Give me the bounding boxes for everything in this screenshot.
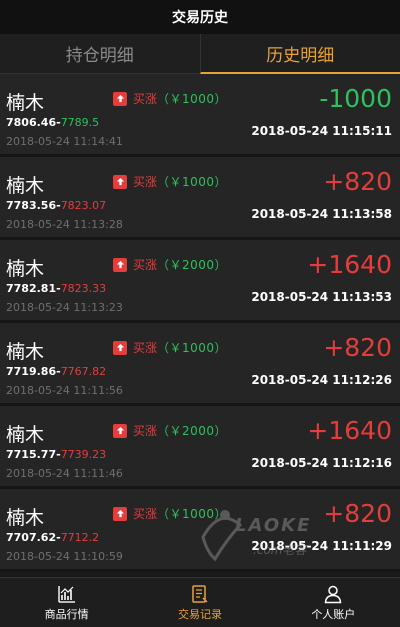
arrow-up-icon bbox=[113, 257, 127, 272]
open-time: 2018-05-24 11:11:56 bbox=[6, 384, 123, 397]
direction-label: 买涨 bbox=[133, 424, 158, 438]
direction-label: 买涨 bbox=[133, 341, 158, 355]
close-price: 7712.2 bbox=[60, 531, 100, 544]
profit-loss: +820 bbox=[323, 499, 392, 528]
close-time: 2018-05-24 11:12:26 bbox=[251, 373, 392, 387]
list-item[interactable]: 楠木 买涨 （￥1000） 7783.56-7823.07 2018-05-24… bbox=[0, 157, 400, 240]
close-price: 7739.23 bbox=[60, 448, 107, 461]
arrow-up-icon bbox=[113, 174, 127, 189]
chart-icon bbox=[57, 585, 75, 603]
tab-positions[interactable]: 持仓明细 bbox=[0, 34, 200, 74]
arrow-up-icon bbox=[113, 423, 127, 438]
list-item[interactable]: 楠木 买涨 （￥2000） 7715.77-7739.23 2018-05-24… bbox=[0, 406, 400, 489]
list-item[interactable]: 楠木 买涨 （￥1000） 7719.86-7767.82 2018-05-24… bbox=[0, 323, 400, 406]
close-time: 2018-05-24 11:13:58 bbox=[251, 207, 392, 221]
arrow-up-icon bbox=[113, 340, 127, 355]
tab-history[interactable]: 历史明细 bbox=[199, 34, 400, 74]
product-name: 楠木 bbox=[6, 175, 45, 197]
document-icon bbox=[192, 584, 208, 603]
nav-account-label: 个人账户 bbox=[311, 607, 356, 621]
amount-label: （￥2000） bbox=[157, 258, 228, 272]
product-name: 楠木 bbox=[6, 424, 45, 446]
open-time: 2018-05-24 11:13:28 bbox=[6, 218, 123, 231]
direction-badge: 买涨 （￥2000） bbox=[113, 422, 227, 439]
profit-loss: +1640 bbox=[307, 250, 392, 279]
amount-label: （￥1000） bbox=[157, 92, 228, 106]
list-item[interactable]: 楠木 买涨 （￥1000） 7707.62-7712.2 2018-05-24 … bbox=[0, 489, 400, 572]
price-range: 7783.56-7823.07 bbox=[6, 199, 107, 212]
history-list: 楠木 买涨 （￥1000） 7806.46-7789.5 2018-05-24 … bbox=[0, 74, 400, 577]
page-title: 交易历史 bbox=[172, 10, 228, 26]
nav-account[interactable]: 个人账户 bbox=[267, 578, 400, 627]
product-name: 楠木 bbox=[6, 341, 45, 363]
product-name: 楠木 bbox=[6, 92, 45, 114]
open-time: 2018-05-24 11:13:23 bbox=[6, 301, 123, 314]
nav-market[interactable]: 商品行情 bbox=[0, 578, 133, 627]
nav-records-label: 交易记录 bbox=[177, 607, 222, 621]
list-item[interactable]: 楠木 买涨 （￥2000） 7782.81-7823.33 2018-05-24… bbox=[0, 240, 400, 323]
open-price: 7707.62 bbox=[6, 531, 57, 544]
app-header: 交易历史 bbox=[0, 0, 400, 34]
open-time: 2018-05-24 11:11:46 bbox=[6, 467, 123, 480]
price-range: 7707.62-7712.2 bbox=[6, 531, 100, 544]
amount-label: （￥1000） bbox=[157, 507, 228, 521]
amount-label: （￥1000） bbox=[157, 175, 228, 189]
open-time: 2018-05-24 11:10:59 bbox=[6, 550, 123, 563]
close-time: 2018-05-24 11:12:16 bbox=[251, 456, 392, 470]
profit-loss: +820 bbox=[323, 167, 392, 196]
product-name: 楠木 bbox=[6, 507, 45, 529]
open-time: 2018-05-24 11:14:41 bbox=[6, 135, 123, 148]
open-price: 7782.81 bbox=[6, 282, 57, 295]
price-range: 7719.86-7767.82 bbox=[6, 365, 107, 378]
close-time: 2018-05-24 11:11:29 bbox=[251, 539, 392, 553]
direction-label: 买涨 bbox=[133, 92, 158, 106]
direction-label: 买涨 bbox=[133, 507, 158, 521]
close-price: 7823.33 bbox=[60, 282, 107, 295]
profit-loss: -1000 bbox=[319, 84, 392, 113]
close-price: 7767.82 bbox=[60, 365, 107, 378]
price-range: 7782.81-7823.33 bbox=[6, 282, 107, 295]
amount-label: （￥2000） bbox=[157, 424, 228, 438]
open-price: 7806.46 bbox=[6, 116, 57, 129]
close-price: 7823.07 bbox=[60, 199, 107, 212]
profit-loss: +1640 bbox=[307, 416, 392, 445]
amount-label: （￥1000） bbox=[157, 341, 228, 355]
close-time: 2018-05-24 11:15:11 bbox=[251, 124, 392, 138]
nav-records[interactable]: 交易记录 bbox=[133, 578, 266, 627]
price-range: 7806.46-7789.5 bbox=[6, 116, 100, 129]
direction-label: 买涨 bbox=[133, 175, 158, 189]
bottom-nav: 商品行情 交易记录 个人账户 bbox=[0, 577, 400, 627]
open-price: 7719.86 bbox=[6, 365, 57, 378]
price-range: 7715.77-7739.23 bbox=[6, 448, 107, 461]
close-price: 7789.5 bbox=[60, 116, 100, 129]
arrow-up-icon bbox=[113, 506, 127, 521]
tab-bar: 持仓明细 历史明细 bbox=[0, 34, 400, 74]
user-icon bbox=[325, 585, 342, 603]
direction-badge: 买涨 （￥1000） bbox=[113, 173, 227, 190]
list-item[interactable]: 楠木 买涨 （￥1000） 7806.46-7789.5 2018-05-24 … bbox=[0, 74, 400, 157]
profit-loss: +820 bbox=[323, 333, 392, 362]
open-price: 7715.77 bbox=[6, 448, 57, 461]
direction-badge: 买涨 （￥1000） bbox=[113, 505, 227, 522]
nav-market-label: 商品行情 bbox=[44, 607, 89, 621]
close-time: 2018-05-24 11:13:53 bbox=[251, 290, 392, 304]
direction-badge: 买涨 （￥1000） bbox=[113, 339, 227, 356]
product-name: 楠木 bbox=[6, 258, 45, 280]
direction-badge: 买涨 （￥2000） bbox=[113, 256, 227, 273]
direction-label: 买涨 bbox=[133, 258, 158, 272]
arrow-up-icon bbox=[113, 91, 127, 106]
open-price: 7783.56 bbox=[6, 199, 57, 212]
direction-badge: 买涨 （￥1000） bbox=[113, 90, 227, 107]
